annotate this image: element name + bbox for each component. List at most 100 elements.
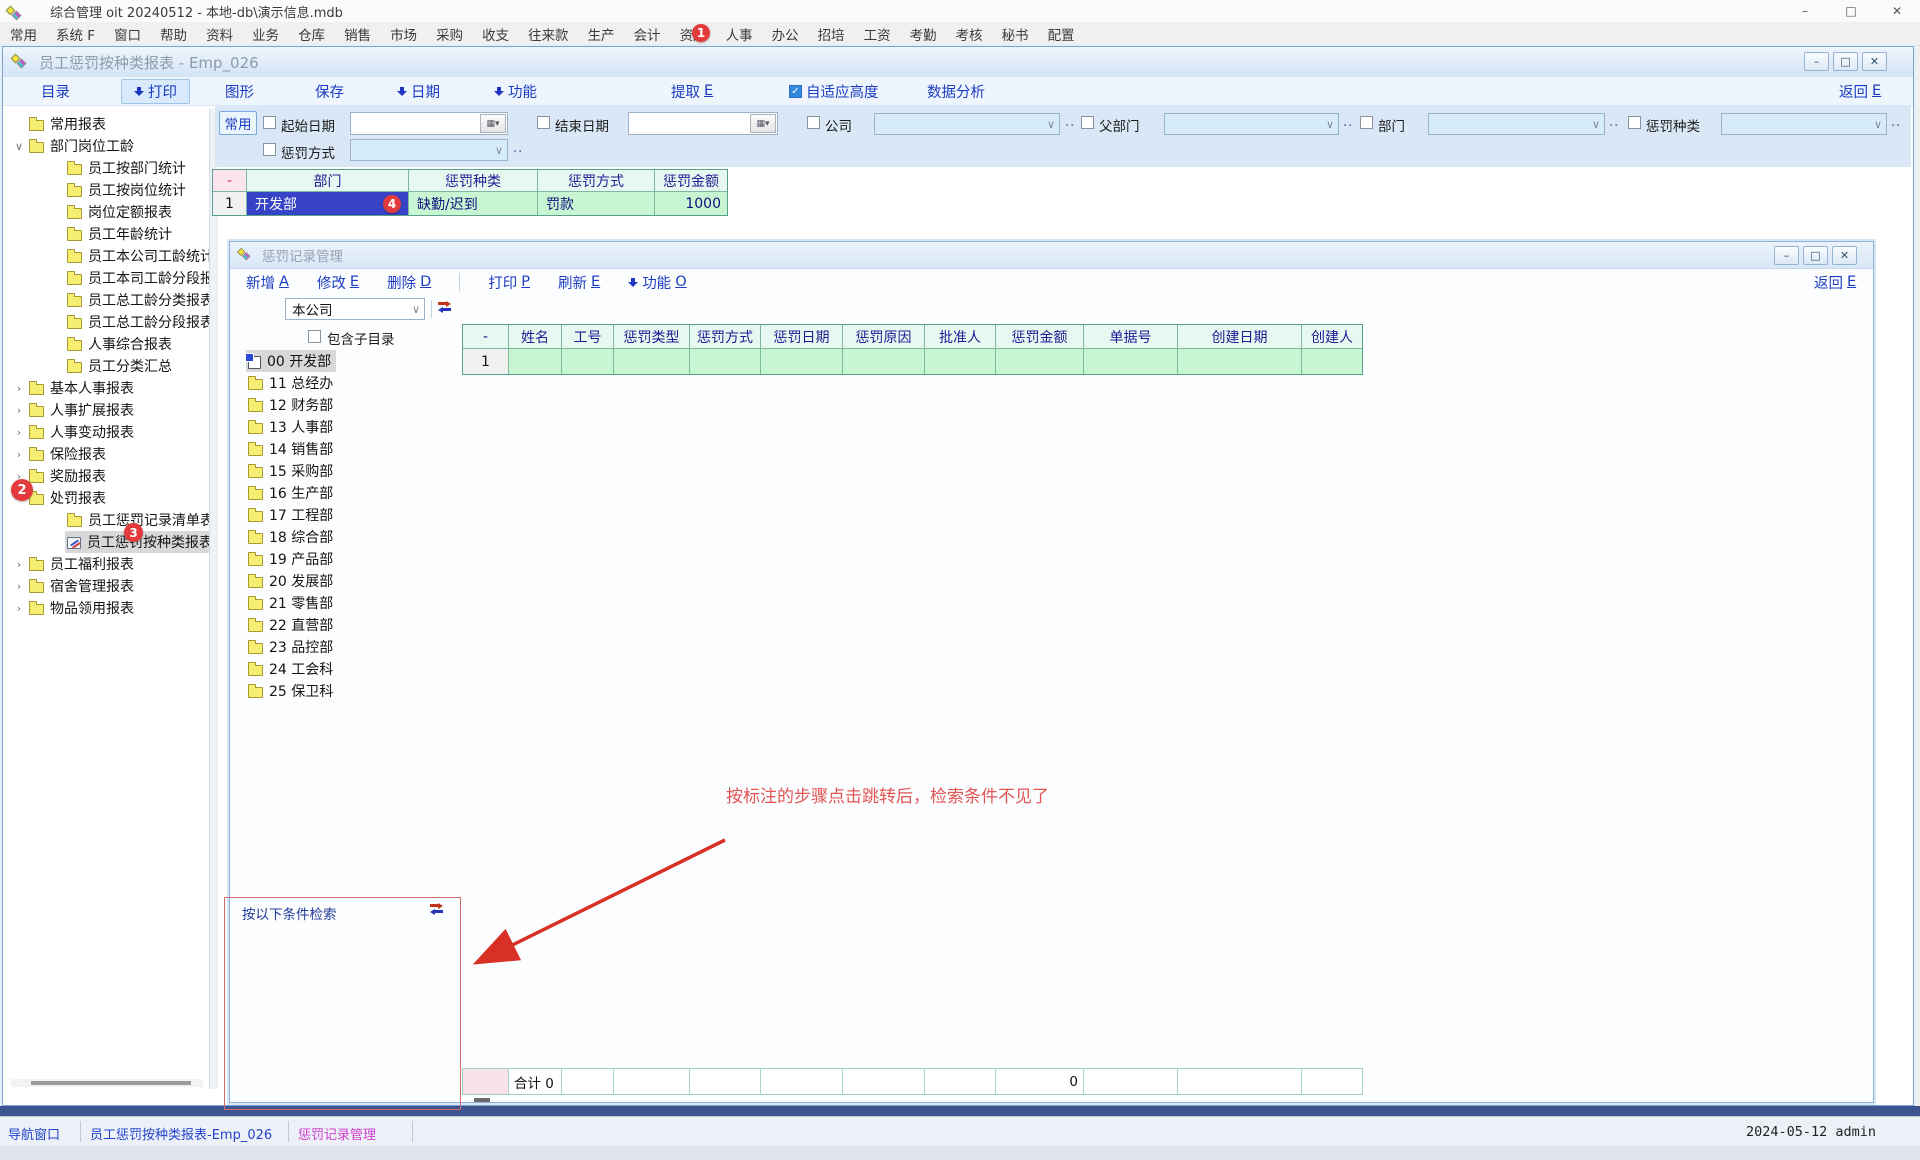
header-cell[interactable]: 部门	[247, 170, 409, 192]
dept-item[interactable]: 19 产品部	[240, 548, 455, 570]
extract-button[interactable]: 提取E	[671, 77, 713, 105]
expand-arrow-icon[interactable]: ›	[11, 426, 27, 439]
tree-item[interactable]: 处罚报表	[9, 487, 209, 509]
method-cell[interactable]: 罚款	[538, 192, 655, 215]
tree-item[interactable]: › 保险报表	[9, 443, 209, 465]
header-cell[interactable]: 惩罚日期	[761, 325, 843, 349]
back-button[interactable]: 返回E	[1839, 77, 1881, 105]
header-cell[interactable]: 创建人	[1302, 325, 1362, 349]
dept-item[interactable]: 16 生产部	[240, 482, 455, 504]
panel-divider[interactable]	[209, 109, 218, 1089]
header-cell[interactable]: 惩罚方式	[538, 170, 655, 192]
tree-item[interactable]: 常用报表	[9, 113, 209, 135]
back-button[interactable]: 返回E	[1814, 272, 1856, 293]
menu-item[interactable]: 秘书	[1002, 24, 1029, 44]
print-button[interactable]: 打印P	[488, 272, 530, 293]
empty-cell[interactable]	[1084, 349, 1178, 374]
header-cell[interactable]: 工号	[562, 325, 614, 349]
calendar-icon[interactable]: ▦▾	[480, 114, 506, 133]
row-number-cell[interactable]: 1	[213, 192, 247, 215]
ellipsis-button[interactable]: ..	[1065, 115, 1075, 130]
tree-item[interactable]: 员工分类汇总	[9, 355, 209, 377]
tree-hscrollbar[interactable]	[11, 1079, 203, 1087]
company-select[interactable]: 本公司∨	[285, 298, 425, 320]
empty-cell[interactable]	[1302, 349, 1362, 374]
empty-cell[interactable]	[509, 349, 562, 374]
expand-arrow-icon[interactable]: ›	[11, 580, 27, 593]
menu-item[interactable]: 系统 F	[56, 24, 95, 44]
dept-item[interactable]: 18 综合部	[240, 526, 455, 548]
calendar-icon[interactable]: ▦▾	[750, 114, 776, 133]
tree-item[interactable]: › 奖励报表	[9, 465, 209, 487]
hscrollbar-thumb[interactable]	[474, 1098, 490, 1102]
status-punish-tab[interactable]: 惩罚记录管理	[298, 1124, 376, 1143]
tree-item[interactable]: 员工总工龄分段报表	[9, 311, 209, 333]
dept-item[interactable]: 17 工程部	[240, 504, 455, 526]
row-number-cell[interactable]: 1	[463, 349, 509, 374]
edit-button[interactable]: 修改E	[317, 272, 359, 293]
amount-cell[interactable]: 1000	[655, 192, 727, 215]
punish-window-titlebar[interactable]: 惩罚记录管理 – □ ✕	[230, 242, 1873, 269]
menu-item[interactable]: 配置	[1048, 24, 1075, 44]
punish-method-checkbox[interactable]	[263, 143, 276, 156]
include-subdir-checkbox[interactable]	[308, 330, 321, 343]
punish-method-dropdown[interactable]: ∨	[350, 139, 508, 161]
tree-item[interactable]: › 人事变动报表	[9, 421, 209, 443]
menu-item[interactable]: 仓库	[298, 24, 325, 44]
menu-item[interactable]: 市场	[390, 24, 417, 44]
tree-item[interactable]: 员工年龄统计	[9, 223, 209, 245]
start-date-checkbox[interactable]	[263, 116, 276, 129]
window-close-icon[interactable]: ✕	[1832, 246, 1857, 265]
menu-item[interactable]: 往来款	[528, 24, 569, 44]
header-cell[interactable]: 姓名	[509, 325, 562, 349]
window-minimize-icon[interactable]: –	[1804, 52, 1829, 71]
parent-dept-checkbox[interactable]	[1081, 116, 1094, 129]
menu-item[interactable]: 帮助	[160, 24, 187, 44]
menu-item[interactable]: 资料	[206, 24, 233, 44]
ellipsis-button[interactable]: ..	[1609, 115, 1619, 130]
punish-kind-checkbox[interactable]	[1628, 116, 1641, 129]
menu-item[interactable]: 收支	[482, 24, 509, 44]
tree-item[interactable]: › 物品领用报表	[9, 597, 209, 619]
header-cell[interactable]: 惩罚种类	[409, 170, 538, 192]
function-menu-button[interactable]: 功能	[494, 77, 537, 105]
autofit-toggle[interactable]: ✓ 自适应高度	[789, 77, 879, 105]
tree-item[interactable]: 人事综合报表	[9, 333, 209, 355]
add-button[interactable]: 新增A	[246, 272, 289, 293]
header-cell[interactable]: 惩罚原因	[843, 325, 925, 349]
tree-item[interactable]: 员工按部门统计	[9, 157, 209, 179]
dept-item[interactable]: 11 总经办	[240, 372, 455, 394]
tree-item[interactable]: › 宿舍管理报表	[9, 575, 209, 597]
menu-item[interactable]: 会计	[634, 24, 661, 44]
dept-item[interactable]: 20 发展部	[240, 570, 455, 592]
ellipsis-button[interactable]: ..	[1343, 115, 1353, 130]
tree-item[interactable]: 岗位定额报表	[9, 201, 209, 223]
close-icon[interactable]: ✕	[1874, 0, 1920, 22]
dept-dropdown[interactable]: ∨	[1428, 113, 1605, 135]
empty-cell[interactable]	[996, 349, 1084, 374]
dept-item[interactable]: 13 人事部	[240, 416, 455, 438]
header-cell[interactable]: 创建日期	[1178, 325, 1302, 349]
common-filter-button[interactable]: 常用	[219, 111, 257, 135]
function-menu-button[interactable]: 功能O	[628, 272, 686, 293]
report-window-titlebar[interactable]: 员工惩罚按种类报表 - Emp_026 – □ ✕	[3, 47, 1913, 78]
dept-item[interactable]: 12 财务部	[240, 394, 455, 416]
tree-item[interactable]: 员工惩罚按种类报表	[9, 531, 209, 553]
empty-cell[interactable]	[1178, 349, 1302, 374]
menu-item[interactable]: 生产	[588, 24, 615, 44]
tree-item[interactable]: 员工本司工龄分段报表	[9, 267, 209, 289]
dept-item[interactable]: 24 工会科	[240, 658, 455, 680]
empty-cell[interactable]	[761, 349, 843, 374]
print-button[interactable]: 打印	[121, 79, 190, 104]
tree-item[interactable]: 员工本公司工龄统计	[9, 245, 209, 267]
checkbox-checked-icon[interactable]: ✓	[789, 85, 802, 98]
minimize-icon[interactable]: –	[1782, 0, 1828, 22]
expand-arrow-icon[interactable]: ›	[11, 448, 27, 461]
expand-arrow-icon[interactable]: ∨	[11, 140, 27, 153]
header-cell[interactable]: 惩罚金额	[996, 325, 1084, 349]
dept-checkbox[interactable]	[1360, 116, 1373, 129]
empty-cell[interactable]	[690, 349, 761, 374]
header-cell[interactable]: 惩罚方式	[690, 325, 761, 349]
dept-item[interactable]: 22 直营部	[240, 614, 455, 636]
end-date-checkbox[interactable]	[537, 116, 550, 129]
